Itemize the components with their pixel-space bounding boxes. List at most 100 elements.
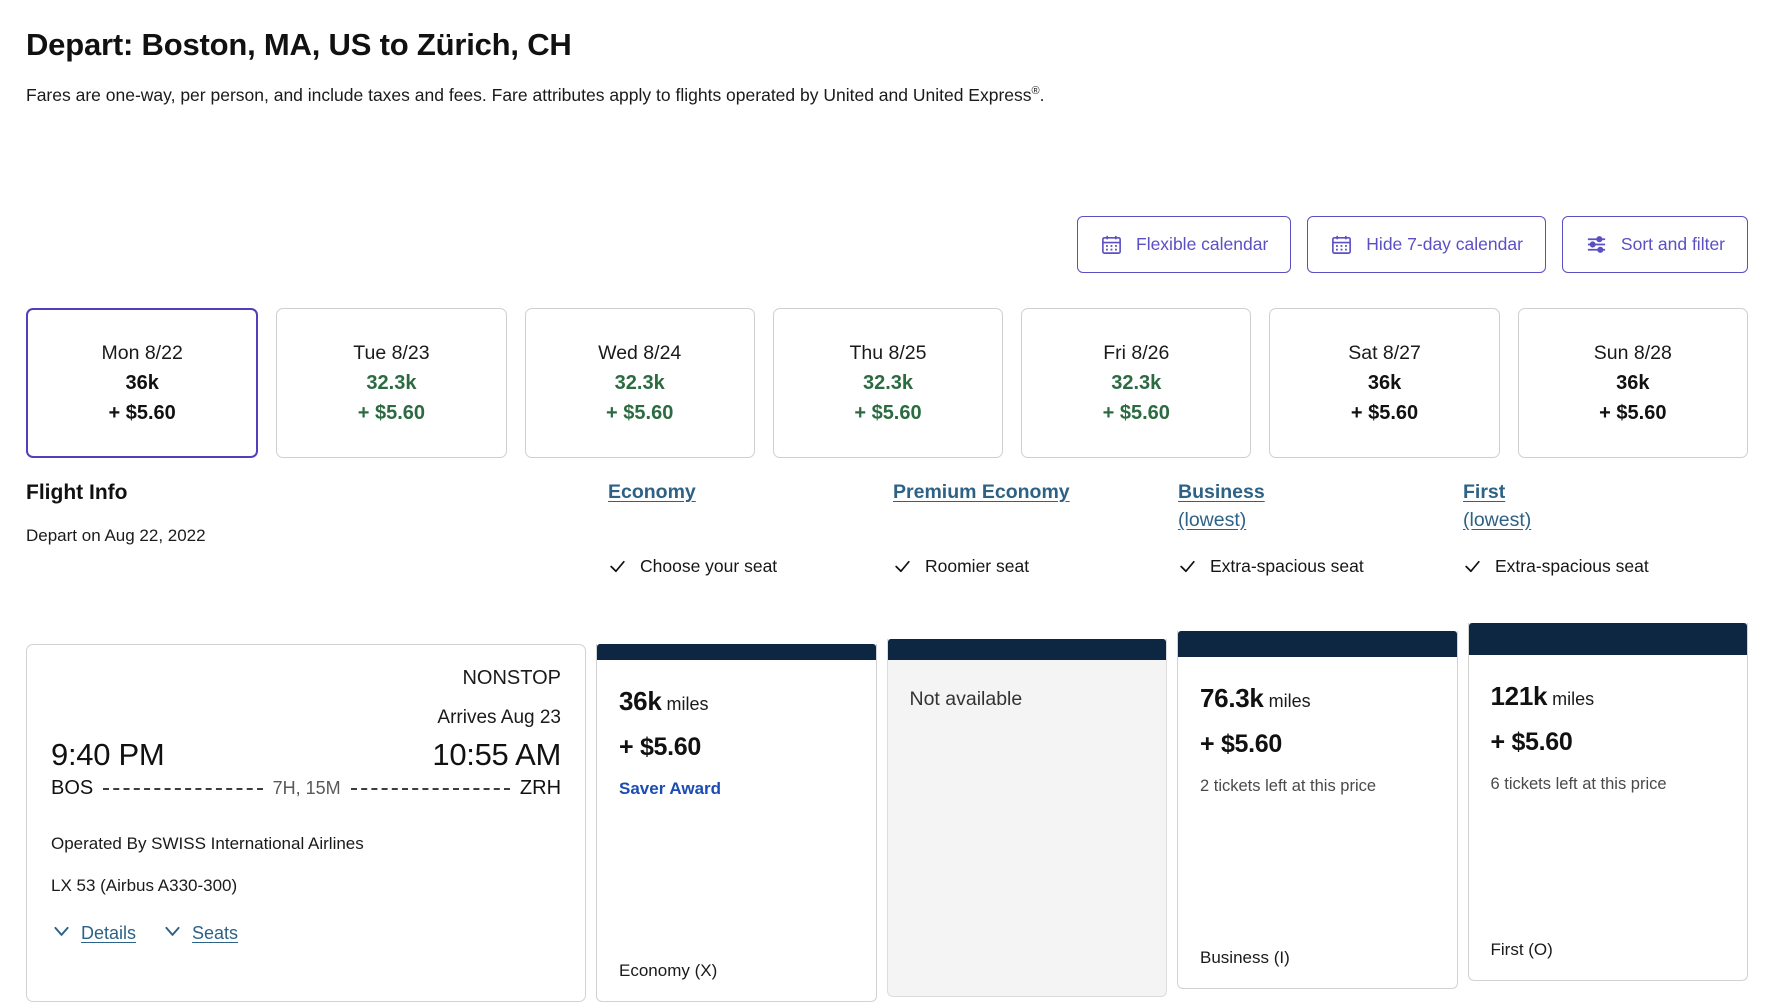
calendar-icon bbox=[1330, 233, 1353, 256]
date-card-day: Sun 8/28 bbox=[1593, 341, 1672, 364]
date-card-miles: 32.3k bbox=[366, 371, 417, 394]
flight-card-links: Details Seats bbox=[51, 920, 561, 946]
cabin-attribute-premium-economy: Roomier seat bbox=[893, 556, 1178, 577]
calendar-icon bbox=[1100, 233, 1123, 256]
cabin-link-first[interactable]: First bbox=[1463, 481, 1505, 504]
chevron-down-icon bbox=[51, 920, 72, 946]
fare-card-body: 36k miles + $5.60 Saver Award bbox=[597, 660, 876, 961]
date-card-tue-8-23[interactable]: Tue 8/23 32.3k + $5.60 bbox=[276, 308, 507, 458]
saver-award-badge: Saver Award bbox=[619, 779, 722, 798]
attributes-spacer bbox=[26, 556, 608, 577]
fare-miles-value: 121k bbox=[1490, 681, 1548, 711]
cabin-link-economy[interactable]: Economy bbox=[608, 481, 696, 504]
arrive-time: 10:55 AM bbox=[432, 737, 561, 772]
fare-card-top-bar bbox=[1178, 631, 1457, 657]
fare-fee: + $5.60 bbox=[619, 733, 702, 761]
date-card-day: Thu 8/25 bbox=[849, 341, 927, 364]
sliders-icon bbox=[1585, 233, 1608, 256]
cabin-header-business: Business (lowest) bbox=[1178, 481, 1463, 546]
cabin-lowest-first[interactable]: (lowest) bbox=[1463, 509, 1748, 532]
registered-mark: ® bbox=[1031, 85, 1040, 98]
details-toggle[interactable]: Details bbox=[51, 920, 136, 946]
route-line-right bbox=[350, 787, 510, 790]
date-card-sun-8-28[interactable]: Sun 8/28 36k + $5.60 bbox=[1517, 308, 1748, 458]
fare-card-business[interactable]: 76.3k miles + $5.60 2 tickets left at th… bbox=[1177, 631, 1458, 989]
date-card-wed-8-24[interactable]: Wed 8/24 32.3k + $5.60 bbox=[524, 308, 755, 458]
check-icon bbox=[1178, 557, 1197, 576]
fare-column-premium-economy: Not available bbox=[877, 639, 1167, 997]
fare-card-economy[interactable]: 36k miles + $5.60 Saver Award Economy (X… bbox=[596, 644, 877, 1002]
fare-card-first[interactable]: 121k miles + $5.60 6 tickets left at thi… bbox=[1467, 623, 1748, 981]
operated-by: Operated By SWISS International Airlines bbox=[51, 834, 364, 853]
flight-info-card: NONSTOP Arrives Aug 23 9:40 PM 10:55 AM … bbox=[26, 644, 586, 1002]
depart-results-page: Depart: Boston, MA, US to Zürich, CH Far… bbox=[0, 26, 1774, 1006]
date-card-mon-8-22[interactable]: Mon 8/22 36k + $5.60 bbox=[26, 308, 259, 458]
fare-disclaimer-period: . bbox=[1039, 85, 1045, 106]
fare-booking-class: Business (I) bbox=[1200, 948, 1290, 967]
cabin-link-business[interactable]: Business bbox=[1178, 481, 1265, 504]
date-card-fri-8-26[interactable]: Fri 8/26 32.3k + $5.60 bbox=[1021, 308, 1252, 458]
fare-miles-unit: miles bbox=[1263, 691, 1311, 711]
fare-column-economy: 36k miles + $5.60 Saver Award Economy (X… bbox=[586, 644, 877, 1002]
fare-miles-value: 36k bbox=[619, 686, 662, 716]
cabin-attribute-business: Extra-spacious seat bbox=[1178, 556, 1463, 577]
fare-card-top-bar bbox=[1468, 623, 1747, 655]
fare-disclaimer: Fares are one-way, per person, and inclu… bbox=[26, 82, 1171, 109]
nonstop-label: NONSTOP bbox=[462, 667, 561, 689]
flight-times: 9:40 PM 10:55 AM bbox=[51, 737, 561, 773]
date-card-fee: + $5.60 bbox=[854, 401, 922, 424]
fare-unavailable-label: Not available bbox=[909, 688, 1023, 710]
hide-7-day-calendar-button[interactable]: Hide 7-day calendar bbox=[1307, 216, 1546, 273]
chevron-down-icon bbox=[162, 920, 183, 946]
cabin-lowest-business[interactable]: (lowest) bbox=[1178, 509, 1463, 532]
flight-route: BOS 7H, 15M ZRH bbox=[51, 777, 561, 800]
page-title: Depart: Boston, MA, US to Zürich, CH bbox=[26, 27, 572, 62]
fare-miles: 36k miles bbox=[619, 686, 854, 717]
seats-toggle[interactable]: Seats bbox=[162, 920, 238, 946]
seven-day-calendar-strip: Mon 8/22 36k + $5.60 Tue 8/23 32.3k + $5… bbox=[26, 308, 1748, 458]
depart-on-date: Depart on Aug 22, 2022 bbox=[26, 526, 206, 545]
cabin-attribute-first: Extra-spacious seat bbox=[1463, 556, 1748, 577]
check-icon bbox=[1463, 557, 1482, 576]
fare-column-first: 121k miles + $5.60 6 tickets left at thi… bbox=[1458, 623, 1748, 981]
origin-airport-code: BOS bbox=[51, 777, 94, 799]
flight-duration: 7H, 15M bbox=[272, 778, 341, 798]
cabin-header-first: First (lowest) bbox=[1463, 481, 1748, 546]
date-card-day: Fri 8/26 bbox=[1103, 341, 1170, 364]
fare-card-top-bar bbox=[597, 644, 876, 660]
fare-fee: + $5.60 bbox=[1200, 730, 1283, 758]
fare-disclaimer-text: Fares are one-way, per person, and inclu… bbox=[26, 85, 1032, 106]
date-card-day: Wed 8/24 bbox=[598, 341, 682, 364]
date-card-day: Sat 8/27 bbox=[1348, 341, 1421, 364]
flight-info-heading: Flight Info bbox=[26, 481, 128, 504]
fare-miles: 76.3k miles bbox=[1200, 683, 1435, 714]
flexible-calendar-button[interactable]: Flexible calendar bbox=[1077, 216, 1292, 273]
sort-and-filter-label: Sort and filter bbox=[1620, 234, 1725, 254]
date-card-fee: + $5.60 bbox=[1102, 401, 1170, 424]
date-card-day: Mon 8/22 bbox=[101, 341, 183, 364]
cabin-link-premium-economy[interactable]: Premium Economy bbox=[893, 481, 1070, 504]
cabin-attributes-row: Choose your seat Roomier seat Extra-spac… bbox=[26, 556, 1748, 577]
flight-number-equipment: LX 53 (Airbus A330-300) bbox=[51, 876, 238, 895]
date-card-miles: 32.3k bbox=[1111, 371, 1162, 394]
fare-miles-unit: miles bbox=[661, 694, 709, 714]
fare-miles: 121k miles bbox=[1491, 681, 1726, 712]
sort-and-filter-button[interactable]: Sort and filter bbox=[1561, 216, 1748, 273]
flight-result-row: NONSTOP Arrives Aug 23 9:40 PM 10:55 AM … bbox=[26, 618, 1748, 1002]
date-card-sat-8-27[interactable]: Sat 8/27 36k + $5.60 bbox=[1269, 308, 1500, 458]
fare-booking-class: First (O) bbox=[1490, 940, 1553, 959]
check-icon bbox=[893, 557, 912, 576]
fare-booking-class bbox=[888, 976, 1167, 996]
date-card-thu-8-25[interactable]: Thu 8/25 32.3k + $5.60 bbox=[772, 308, 1004, 458]
flight-info-column-header: Flight Info Depart on Aug 22, 2022 bbox=[26, 481, 608, 546]
hide-7-day-calendar-label: Hide 7-day calendar bbox=[1366, 234, 1523, 254]
fare-card-top-bar bbox=[887, 639, 1166, 660]
details-label: Details bbox=[81, 922, 137, 943]
date-card-fee: + $5.60 bbox=[1599, 401, 1667, 424]
fare-card-body: 121k miles + $5.60 6 tickets left at thi… bbox=[1469, 655, 1748, 940]
fare-column-business: 76.3k miles + $5.60 2 tickets left at th… bbox=[1167, 631, 1458, 989]
date-card-fee: + $5.60 bbox=[357, 401, 426, 424]
cabin-attribute-label: Choose your seat bbox=[640, 556, 778, 576]
fare-booking-class: Economy (X) bbox=[619, 961, 718, 980]
depart-time: 9:40 PM bbox=[51, 737, 165, 772]
